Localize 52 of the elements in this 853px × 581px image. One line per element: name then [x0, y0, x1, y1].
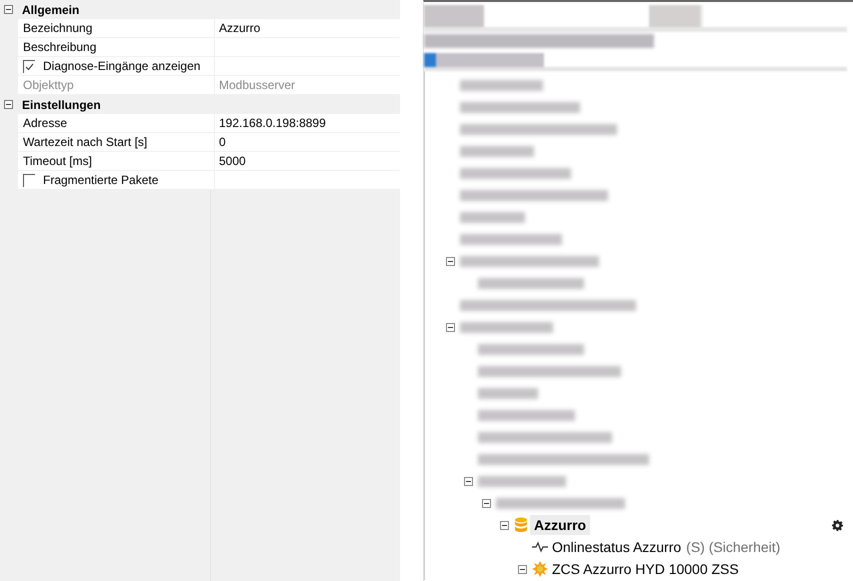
property-label: Bezeichnung — [23, 21, 92, 35]
settings-icon[interactable] — [832, 520, 843, 530]
redacted-item[interactable] — [460, 124, 617, 134]
property-label: Adresse — [23, 116, 68, 130]
redacted-item[interactable] — [460, 234, 562, 244]
property-label: Objekttyp — [23, 78, 74, 92]
redacted-item[interactable] — [478, 410, 575, 420]
collapse-icon[interactable] — [500, 520, 508, 530]
tree-item[interactable]: ZCS Azzurro HYD 10000 ZSS — [552, 561, 739, 577]
section-title: Einstellungen — [22, 98, 101, 112]
redacted-item[interactable] — [478, 344, 584, 354]
property-value[interactable]: 5000 — [219, 154, 246, 168]
section-title: Allgemein — [22, 2, 80, 16]
redacted-item[interactable] — [496, 498, 625, 508]
redacted-item[interactable] — [478, 366, 621, 376]
checkbox[interactable] — [23, 174, 35, 186]
collapse-icon[interactable] — [482, 498, 490, 508]
property-label: Fragmentierte Pakete — [43, 173, 158, 187]
redacted-item[interactable] — [478, 476, 566, 486]
redacted-item[interactable] — [460, 102, 580, 112]
collapse-icon[interactable] — [446, 322, 454, 332]
redacted-item[interactable] — [460, 322, 553, 332]
property-value[interactable]: 0 — [219, 135, 226, 149]
property-label: Diagnose-Eingänge anzeigen — [43, 59, 200, 73]
collapse-icon[interactable] — [518, 564, 526, 574]
redacted-item[interactable] — [460, 190, 608, 200]
redacted-item[interactable] — [478, 388, 538, 398]
tree-item[interactable]: Onlinestatus Azzurro — [552, 539, 682, 555]
redacted-item[interactable] — [460, 212, 525, 222]
checkbox[interactable] — [23, 60, 35, 72]
redacted-item[interactable] — [478, 278, 584, 288]
property-label: Wartezeit nach Start [s] — [23, 135, 148, 149]
collapse-icon[interactable] — [464, 476, 472, 486]
redacted-item[interactable] — [460, 146, 534, 156]
collapse-icon[interactable] — [4, 5, 13, 14]
redacted-item[interactable] — [478, 454, 649, 464]
database-icon — [514, 517, 528, 533]
redacted-item[interactable] — [460, 256, 599, 266]
property-label: Beschreibung — [23, 40, 96, 54]
pulse-icon — [532, 541, 548, 553]
star-icon — [532, 561, 548, 577]
collapse-icon[interactable] — [446, 256, 454, 266]
property-label: Timeout [ms] — [23, 154, 92, 168]
redacted-item[interactable] — [460, 168, 571, 178]
property-value[interactable]: 192.168.0.198:8899 — [219, 116, 326, 130]
redacted-item[interactable] — [460, 300, 636, 310]
property-value[interactable]: Azzurro — [219, 21, 260, 35]
tree-item-note: (S) (Sicherheit) — [686, 539, 780, 555]
redacted-item[interactable] — [460, 80, 543, 90]
tree-item[interactable]: Azzurro — [530, 515, 590, 535]
collapse-icon[interactable] — [4, 100, 13, 109]
redacted-item[interactable] — [478, 432, 612, 442]
